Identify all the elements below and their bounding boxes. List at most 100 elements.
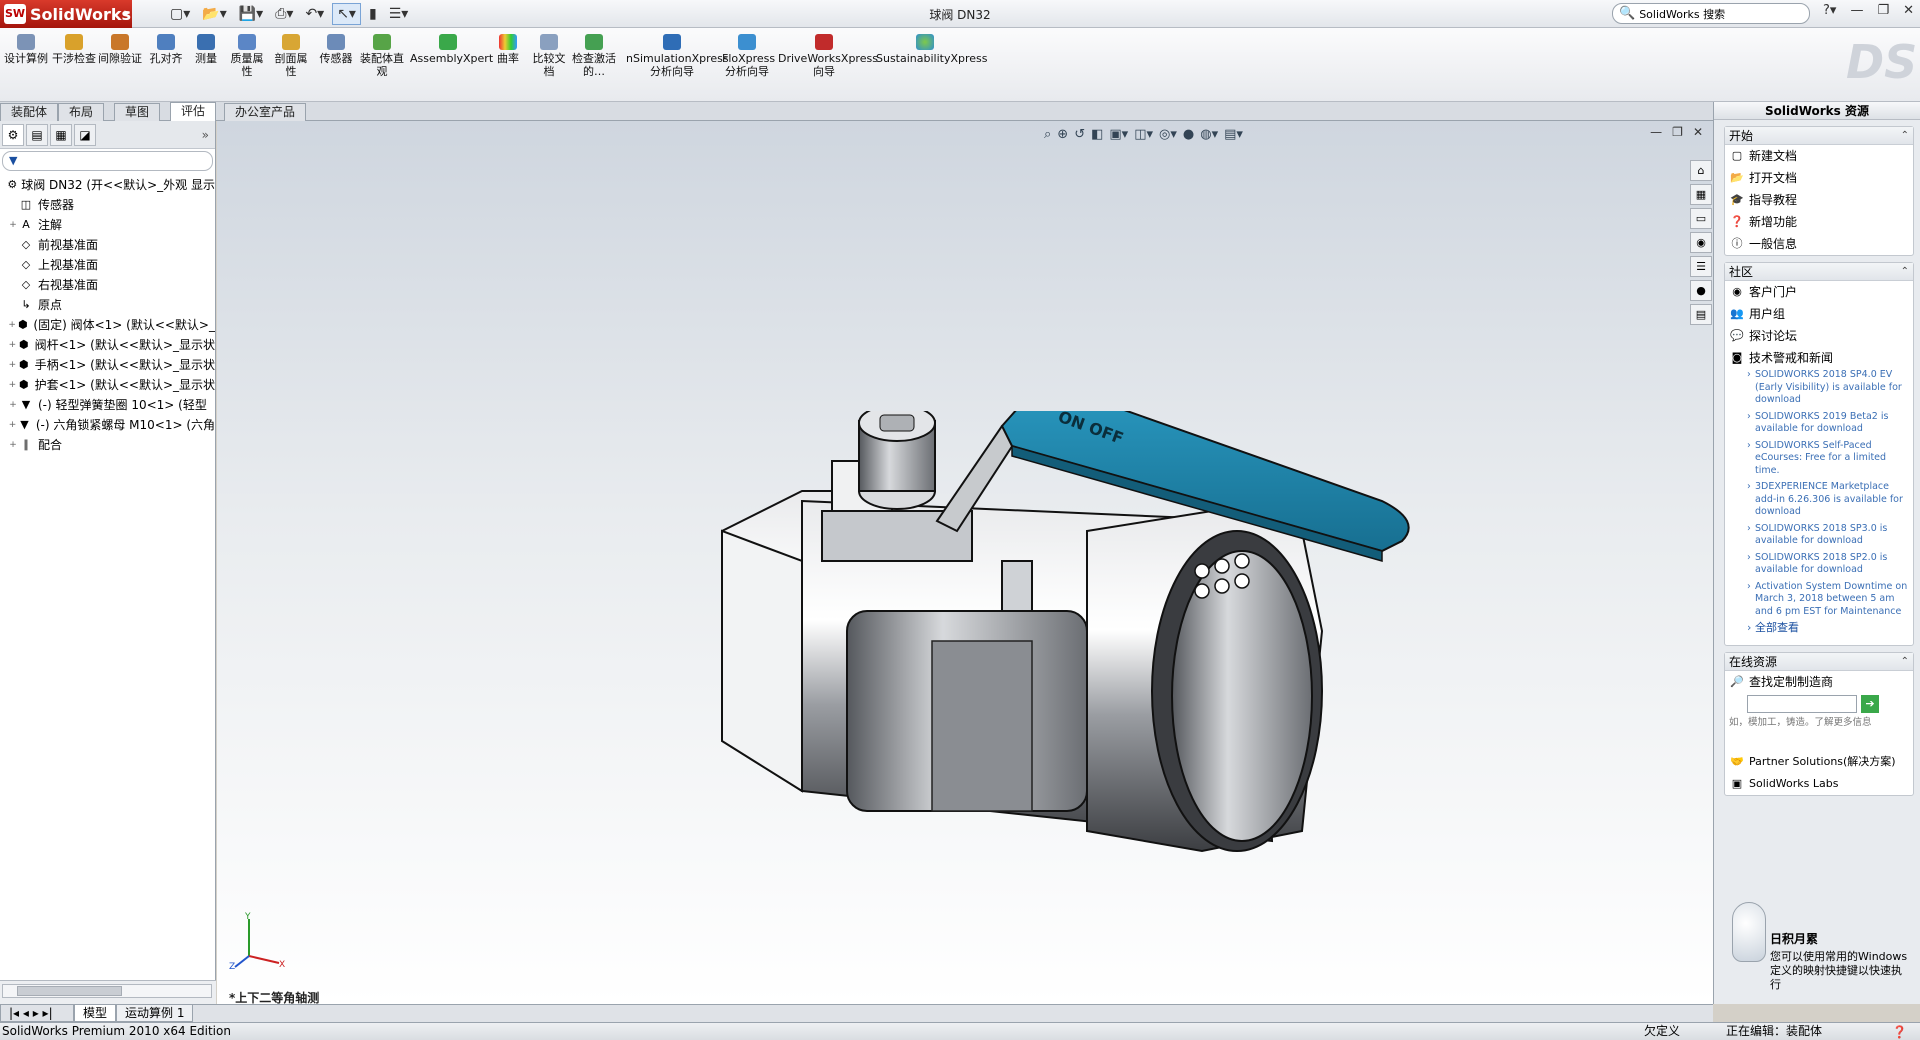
tree-item[interactable]: ◇ 上视基准面 [0,255,215,275]
tree-item[interactable]: ◫ 传感器 [0,195,215,215]
tree-item[interactable]: + ⬢ 手柄<1> (默认<<默认>_显示状 [0,355,215,375]
property-manager-tab-icon[interactable]: ▤ [26,123,48,146]
ribbon-button-interference[interactable]: 干涉检查 [52,34,96,65]
tree-item[interactable]: + ⬢ (固定) 阀体<1> (默认<<默认>_ [0,315,215,335]
tab-layout[interactable]: 布局 [58,103,105,121]
tab-assembly[interactable]: 装配体 [0,103,59,121]
news-item[interactable]: SOLIDWORKS 2018 SP2.0 is available for d… [1725,552,1913,577]
design-library-icon[interactable]: ▦ [1690,184,1712,205]
expand-toggle-icon[interactable]: + [8,415,17,435]
zoom-area-icon[interactable]: ⊕ [1057,127,1068,142]
expand-toggle-icon[interactable]: + [8,395,18,415]
scroll-thumb[interactable] [17,986,122,996]
horizontal-scrollbar[interactable] [2,984,212,998]
previous-view-icon[interactable]: ↺ [1074,127,1085,142]
hide-show-icon[interactable]: ◎▾ [1159,127,1177,142]
collapse-icon[interactable]: ⌃ [1901,263,1909,281]
partner-solutions-link[interactable]: 🤝 Partner Solutions(解决方案) [1725,751,1913,773]
tab-evaluate[interactable]: 评估 [170,102,217,122]
expand-toggle-icon[interactable]: + [8,215,18,235]
display-style-icon[interactable]: ◫▾ [1134,127,1153,142]
customer-portal-link[interactable]: ◉ 客户门户 [1725,281,1913,303]
solidworks-labs-link[interactable]: ▣ SolidWorks Labs [1725,773,1913,795]
appearances-icon[interactable]: ● [1690,280,1712,301]
feature-tree-tab-icon[interactable]: ⚙ [2,123,24,146]
expand-toggle-icon[interactable]: + [8,335,17,355]
view-all-link[interactable]: 全部查看 [1725,621,1913,641]
tree-item[interactable]: + A 注解 [0,215,215,235]
zoom-to-fit-icon[interactable]: ⌕ [1044,127,1051,142]
tab-office-products[interactable]: 办公室产品 [224,103,307,121]
expand-toggle-icon[interactable]: + [8,435,18,455]
ribbon-button-section-properties[interactable]: 剖面属性 [270,34,312,78]
view-orientation-icon[interactable]: ▣▾ [1109,127,1128,142]
ribbon-button-measure[interactable]: 测量 [188,34,224,65]
tree-item[interactable]: + ⬢ 护套<1> (默认<<默认>_显示状 [0,375,215,395]
tree-item[interactable]: ◇ 前视基准面 [0,235,215,255]
tab-motion-study-1[interactable]: 运动算例 1 [116,1005,194,1022]
open-document-link[interactable]: 📂 打开文档 [1725,167,1913,189]
expand-toggle-icon[interactable]: + [8,375,17,395]
tutorials-link[interactable]: 🎓 指导教程 [1725,189,1913,211]
tree-item[interactable]: + ▼ (-) 轻型弹簧垫圈 10<1> (轻型 [0,395,215,415]
ribbon-button-assemblyxpert[interactable]: AssemblyXpert [410,34,493,65]
news-item[interactable]: SOLIDWORKS Self-Paced eCourses: Free for… [1725,440,1913,478]
configuration-tab-icon[interactable]: ▦ [50,123,72,146]
scene-icon[interactable]: ◍▾ [1200,127,1218,142]
expand-panel-icon[interactable]: » [202,128,209,142]
tree-item[interactable]: ↳ 原点 [0,295,215,315]
restore-icon[interactable]: ❐ [1877,3,1889,18]
expand-toggle-icon[interactable]: + [8,315,16,335]
ribbon-button-driveworks[interactable]: DriveWorksXpress 向导 [778,34,878,78]
new-document-link[interactable]: ▢ 新建文档 [1725,145,1913,167]
ribbon-button-hole-align[interactable]: 孔对齐 [144,34,188,65]
view-palette-icon[interactable]: ☰ [1690,256,1712,277]
section-view-icon[interactable]: ◧ [1091,127,1103,142]
tab-sketch[interactable]: 草图 [114,103,161,121]
minimize-icon[interactable]: — [1850,3,1863,18]
tree-item[interactable]: + ▼ (-) 六角锁紧螺母 M10<1> (六角 [0,415,215,435]
discussion-forum-link[interactable]: 💬 探讨论坛 [1725,325,1913,347]
search-3d-icon[interactable]: ◉ [1690,232,1712,253]
search-box[interactable]: 🔍 SolidWorks 搜索 [1612,3,1810,24]
tech-alerts-link[interactable]: ◙ 技术警戒和新闻 [1725,347,1913,369]
ribbon-button-design-study[interactable]: 设计算例 [4,34,48,65]
graphics-area[interactable]: ⌕ ⊕ ↺ ◧ ▣▾ ◫▾ ◎▾ ● ◍▾ ▤▾ — ❐ ✕ ON OFF Y … [217,121,1713,1005]
manufacturer-search-input[interactable] [1747,694,1857,713]
ribbon-button-sustainability[interactable]: SustainabilityXpress [876,34,988,65]
ribbon-button-sensor[interactable]: 传感器 [314,34,358,65]
ribbon-button-mass-properties[interactable]: 质量属性 [226,34,268,78]
ribbon-button-compare[interactable]: 比较文档 [530,34,568,78]
tab-scroll-arrows[interactable]: |◂ ◂ ▸ ▸| [0,1005,74,1022]
ribbon-button-check-active[interactable]: 检查激活的… [572,34,616,78]
file-explorer-icon[interactable]: ▭ [1690,208,1712,229]
ribbon-button-floxpress[interactable]: FloXpress 分析向导 [722,34,775,78]
ribbon-button-clearance[interactable]: 间隙验证 [98,34,142,65]
expand-toggle-icon[interactable]: + [8,355,17,375]
home-icon[interactable]: ⌂ [1690,160,1712,181]
tree-item[interactable]: ◇ 右视基准面 [0,275,215,295]
start-section-header[interactable]: 开始 ⌃ [1725,127,1913,145]
help-icon[interactable]: ?▾ [1823,3,1836,18]
appearance-icon[interactable]: ● [1183,127,1194,142]
online-resources-header[interactable]: 在线资源 ⌃ [1725,652,1913,671]
help-tooltip-icon[interactable]: ❓ [1892,1024,1907,1040]
general-info-link[interactable]: ⓘ 一般信息 [1725,233,1913,255]
tree-filter[interactable]: ▼ [2,151,213,171]
viewport-minimize-icon[interactable]: — [1650,125,1662,139]
news-item[interactable]: SOLIDWORKS 2018 SP4.0 EV (Early Visibili… [1725,369,1913,407]
close-icon[interactable]: ✕ [1903,3,1914,18]
user-groups-link[interactable]: 👥 用户组 [1725,303,1913,325]
news-item[interactable]: SOLIDWORKS 2018 SP3.0 is available for d… [1725,523,1913,548]
ribbon-button-curvature[interactable]: 曲率 [492,34,524,65]
tab-model[interactable]: 模型 [74,1005,117,1022]
collapse-icon[interactable]: ⌃ [1901,653,1909,671]
whats-new-link[interactable]: ❓ 新增功能 [1725,211,1913,233]
ball-valve-model[interactable]: ON OFF [682,411,1622,931]
tree-item[interactable]: + ⬢ 阀杆<1> (默认<<默认>_显示状 [0,335,215,355]
custom-properties-icon[interactable]: ▤ [1690,304,1712,325]
go-arrow-icon[interactable]: ➔ [1861,694,1879,713]
news-item[interactable]: 3DEXPERIENCE Marketplace add-in 6.26.306… [1725,481,1913,519]
tree-item[interactable]: ⚙ 球阀 DN32 (开<<默认>_外观 显示 [0,175,215,195]
viewport-restore-icon[interactable]: ❐ [1672,125,1683,139]
